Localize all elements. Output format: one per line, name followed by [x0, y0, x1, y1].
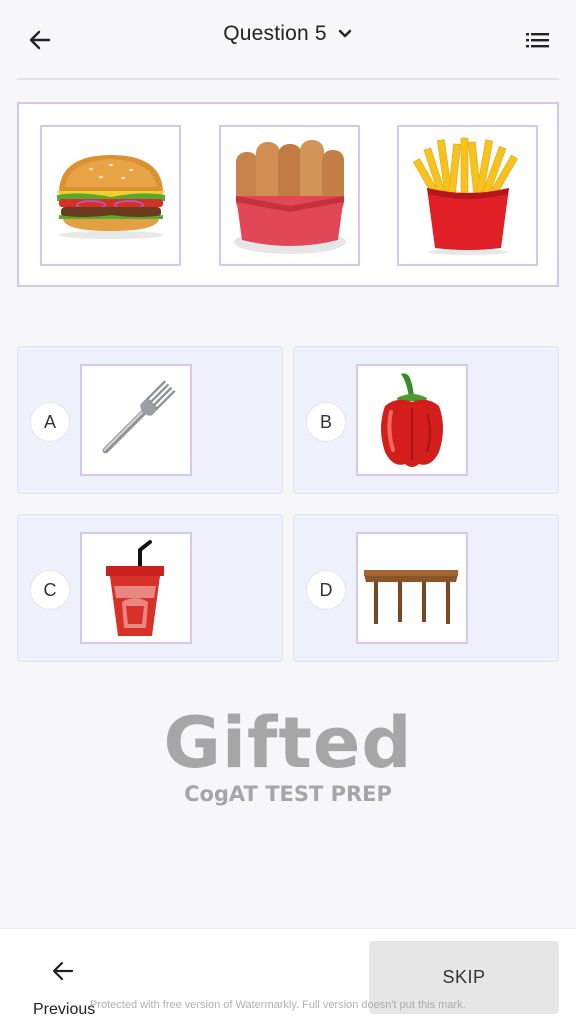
bottom-bar: Previous SKIP Protected with free versio…: [0, 928, 576, 1024]
answer-image-wooden-table: [356, 532, 468, 644]
question-image-chicken-fingers: [219, 125, 360, 266]
logo-sub-text: CogAT TEST PREP: [184, 782, 392, 806]
answer-option-d[interactable]: D: [293, 514, 559, 662]
chicken-fingers-image: [233, 139, 346, 254]
red-bell-pepper-image: [381, 373, 443, 467]
answer-image-red-bell-pepper: [356, 364, 468, 476]
answer-option-b[interactable]: B: [293, 346, 559, 494]
french-fries-image: [412, 137, 518, 255]
answer-image-soda-cup: [80, 532, 192, 644]
soda-cup-image: [106, 540, 164, 636]
answer-option-c[interactable]: C: [17, 514, 283, 662]
watermark-text: Protected with free version of Watermark…: [90, 999, 466, 1011]
fork-image: [102, 380, 176, 454]
question-list-button[interactable]: [520, 24, 556, 56]
logo-main-text: Gifted: [163, 702, 413, 784]
wooden-table-image: [364, 570, 458, 624]
question-selector[interactable]: Question 5: [0, 22, 576, 46]
gifted-logo: Gifted CogAT TEST PREP: [0, 702, 576, 807]
list-icon: [526, 33, 549, 48]
answer-letter-c: C: [30, 570, 70, 610]
question-panel: [17, 102, 559, 287]
answer-letter-d: D: [306, 570, 346, 610]
answer-letter-a: A: [30, 402, 70, 442]
header-divider: [17, 78, 559, 80]
chevron-down-icon: [338, 29, 351, 38]
top-bar: Question 5: [0, 0, 576, 78]
question-image-french-fries: [397, 125, 538, 266]
answer-image-fork: [80, 364, 192, 476]
previous-label: Previous: [33, 1001, 96, 1018]
arrow-left-icon: [52, 961, 74, 981]
page-title: Question 5: [223, 22, 327, 45]
question-image-hamburger: [40, 125, 181, 266]
answer-letter-b: B: [306, 402, 346, 442]
hamburger-image: [56, 154, 165, 239]
answer-option-a[interactable]: A: [17, 346, 283, 494]
